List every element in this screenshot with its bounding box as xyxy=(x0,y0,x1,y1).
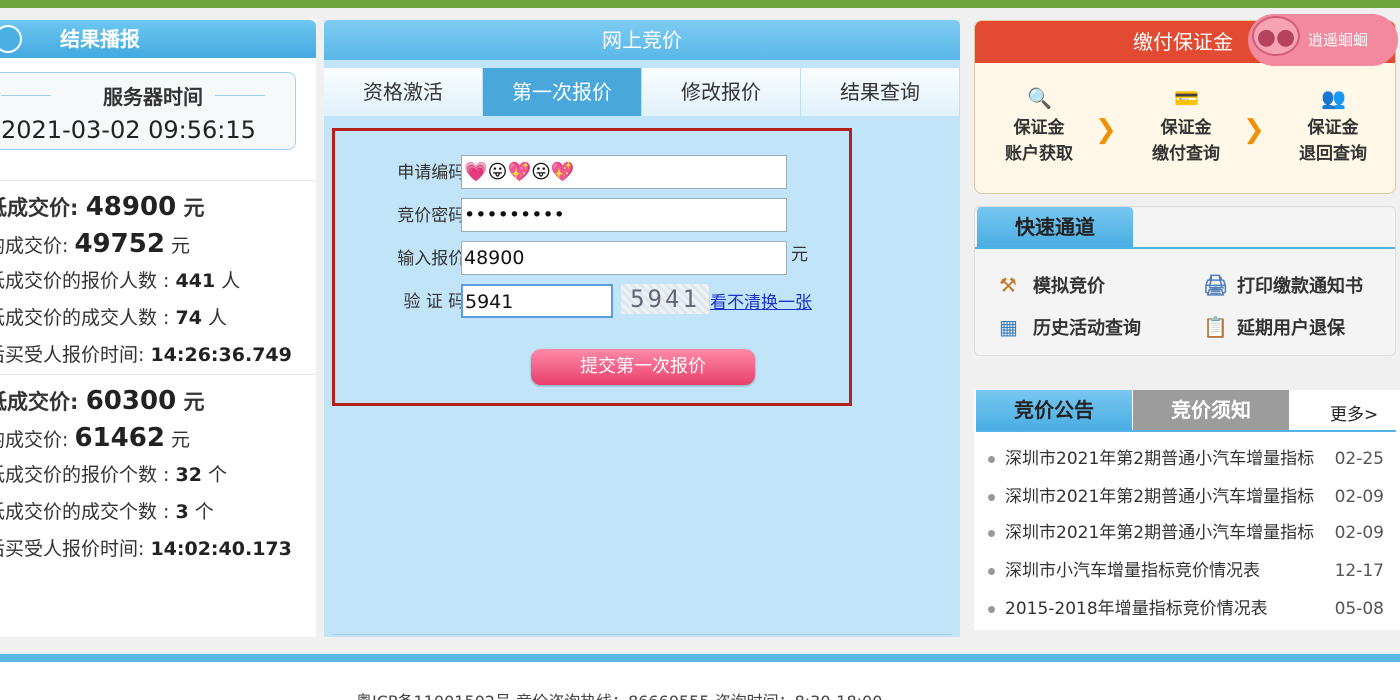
list-item[interactable]: 深圳市2021年第2期普通小汽车增量指标 02-09 xyxy=(988,482,1398,512)
result-panel-title: 结果播报 xyxy=(60,27,140,51)
print-notice-link[interactable]: 🖨 打印缴款通知书 xyxy=(1203,271,1363,301)
page: 结果播报 服务器时间 2021-03-02 09:56:15 低成交价: 489… xyxy=(0,8,1400,648)
chevron-right-icon: ❯ xyxy=(1095,115,1117,145)
stat-row: 低成交价的报价个数 : 32 个 xyxy=(0,464,228,486)
pig-badge[interactable]: ●● 逍遥蛔蛔 xyxy=(1248,14,1398,66)
password-row: 竞价密码: ••••••••• xyxy=(335,198,855,234)
footer-bar xyxy=(0,654,1400,662)
divider xyxy=(215,95,265,96)
stat-row: 均成交价: 61462 元 xyxy=(0,423,190,453)
deposit-payment-query-link[interactable]: 💳 保证金 缴付查询 xyxy=(1136,87,1236,167)
submit-first-bid-button[interactable]: 提交第一次报价 xyxy=(531,349,755,385)
online-bidding-panel: 网上竞价 资格激活 第一次报价 修改报价 结果查询 申请编码: 💗😛💖😛💖 竞价… xyxy=(324,20,960,637)
payment-card-icon: 💳 xyxy=(1174,86,1199,110)
price-unit: 元 xyxy=(791,245,808,265)
footer: 粤ICP备11001502号 竞价咨询热线：86660555 咨询时间：8:30… xyxy=(0,662,1400,700)
magnifier-doc-icon: 🔍 xyxy=(1027,86,1052,110)
stat-row: 低成交价的成交个数 : 3 个 xyxy=(0,501,214,523)
more-link[interactable]: 更多> xyxy=(1330,400,1378,425)
captcha-input[interactable]: 5941 xyxy=(461,284,613,318)
bidding-tabs: 资格激活 第一次报价 修改报价 结果查询 xyxy=(324,68,960,116)
bullet-icon xyxy=(988,567,995,575)
divider xyxy=(332,634,952,635)
online-bidding-title: 网上竞价 xyxy=(324,20,960,60)
pig-badge-label: 逍遥蛔蛔 xyxy=(1308,31,1369,49)
code-label: 申请编码: xyxy=(397,163,471,183)
stat-row: 均成交价: 49752 元 xyxy=(0,229,190,259)
server-time-box: 服务器时间 2021-03-02 09:56:15 xyxy=(0,72,296,150)
tab-bid-announcement[interactable]: 竞价公告 xyxy=(976,390,1132,430)
quick-access-panel: 快速通道 ⚒ 模拟竞价 🖨 打印缴款通知书 ▦ 历史活动查询 📋 延期用户退保 xyxy=(974,206,1396,356)
bullet-icon xyxy=(988,605,995,613)
stat-row: 低成交价: 60300 元 xyxy=(0,386,205,416)
deferred-refund-link[interactable]: 📋 延期用户退保 xyxy=(1203,313,1345,343)
history-query-link[interactable]: ▦ 历史活动查询 xyxy=(999,313,1141,343)
bullet-icon xyxy=(988,529,995,537)
code-row: 申请编码: 💗😛💖😛💖 xyxy=(335,155,855,191)
list-item[interactable]: 2015-2018年增量指标竞价情况表 05-08 xyxy=(988,594,1398,624)
footer-text: 粤ICP备11001502号 竞价咨询热线：86660555 咨询时间：8:30… xyxy=(356,688,882,700)
divider xyxy=(975,247,1395,249)
stat-row: 低成交价的成交人数 : 74 人 xyxy=(0,307,228,329)
quick-access-title: 快速通道 xyxy=(977,207,1133,247)
gavel-icon: ⚒ xyxy=(999,273,1017,297)
mock-bid-link[interactable]: ⚒ 模拟竞价 xyxy=(999,271,1105,301)
captcha-label: 验 证 码: xyxy=(403,292,471,312)
bullet-icon xyxy=(988,455,995,463)
price-row: 输入报价: 48900 元 xyxy=(335,241,855,277)
clipboard-icon: 📋 xyxy=(1203,315,1228,339)
clock-icon xyxy=(0,25,22,53)
notice-panel: 竞价公告 竞价须知 更多> 深圳市2021年第2期普通小汽车增量指标 02-25 … xyxy=(974,390,1400,630)
pig-icon: ●● xyxy=(1252,16,1300,56)
bullet-icon xyxy=(988,493,995,501)
tab-modify-bid[interactable]: 修改报价 xyxy=(642,68,801,116)
captcha-row: 验 证 码: 5941 5941 看不清换一张 xyxy=(335,284,855,320)
stat-row: 低成交价的报价人数 : 441 人 xyxy=(0,270,241,292)
bid-price-input[interactable]: 48900 xyxy=(461,241,787,275)
bid-password-input[interactable]: ••••••••• xyxy=(461,198,787,232)
deposit-account-link[interactable]: 🔍 保证金 账户获取 xyxy=(989,87,1089,167)
result-stats: 低成交价: 48900 元 均成交价: 49752 元 低成交价的报价人数 : … xyxy=(0,180,316,568)
tab-result-query[interactable]: 结果查询 xyxy=(801,68,960,116)
server-time-value: 2021-03-02 09:56:15 xyxy=(1,116,256,144)
stat-row: 后买受人报价时间: 14:26:36.749 xyxy=(0,344,292,366)
stat-row: 后买受人报价时间: 14:02:40.173 xyxy=(0,538,292,560)
list-item[interactable]: 深圳市2021年第2期普通小汽车增量指标 02-25 xyxy=(988,444,1398,474)
users-icon: 👥 xyxy=(1321,86,1346,110)
printer-icon: 🖨 xyxy=(1203,273,1229,297)
result-panel-header: 结果播报 xyxy=(0,20,316,58)
stat-block-1: 低成交价: 48900 元 均成交价: 49752 元 低成交价的报价人数 : … xyxy=(0,180,316,374)
divider xyxy=(976,430,1396,432)
divider xyxy=(1,95,51,96)
tab-activate[interactable]: 资格激活 xyxy=(324,68,483,116)
password-label: 竞价密码: xyxy=(397,206,471,226)
tab-bid-instructions[interactable]: 竞价须知 xyxy=(1133,390,1289,430)
server-time-label: 服务器时间 xyxy=(103,85,203,109)
price-label: 输入报价: xyxy=(397,249,471,269)
first-bid-form: 申请编码: 💗😛💖😛💖 竞价密码: ••••••••• 输入报价: 48900 … xyxy=(332,128,852,406)
calendar-icon: ▦ xyxy=(999,315,1018,339)
chevron-right-icon: ❯ xyxy=(1243,115,1265,145)
deposit-refund-query-link[interactable]: 👥 保证金 退回查询 xyxy=(1283,87,1383,167)
application-code-input[interactable]: 💗😛💖😛💖 xyxy=(461,155,787,189)
tab-first-bid[interactable]: 第一次报价 xyxy=(483,68,642,116)
right-sidebar: 缴付保证金 🔍 保证金 账户获取 ❯ 💳 保证金 缴付查询 ❯ 👥 保证金 退回… xyxy=(974,14,1400,640)
stat-block-2: 低成交价: 60300 元 均成交价: 61462 元 低成交价的报价个数 : … xyxy=(0,374,316,568)
captcha-image[interactable]: 5941 xyxy=(621,284,709,314)
list-item[interactable]: 深圳市小汽车增量指标竞价情况表 12-17 xyxy=(988,556,1398,586)
stat-row: 低成交价: 48900 元 xyxy=(0,192,205,222)
refresh-captcha-link[interactable]: 看不清换一张 xyxy=(710,288,812,313)
top-banner-strip xyxy=(0,0,1400,8)
list-item[interactable]: 深圳市2021年第2期普通小汽车增量指标 02-09 xyxy=(988,518,1398,548)
result-panel: 结果播报 服务器时间 2021-03-02 09:56:15 低成交价: 489… xyxy=(0,20,316,637)
